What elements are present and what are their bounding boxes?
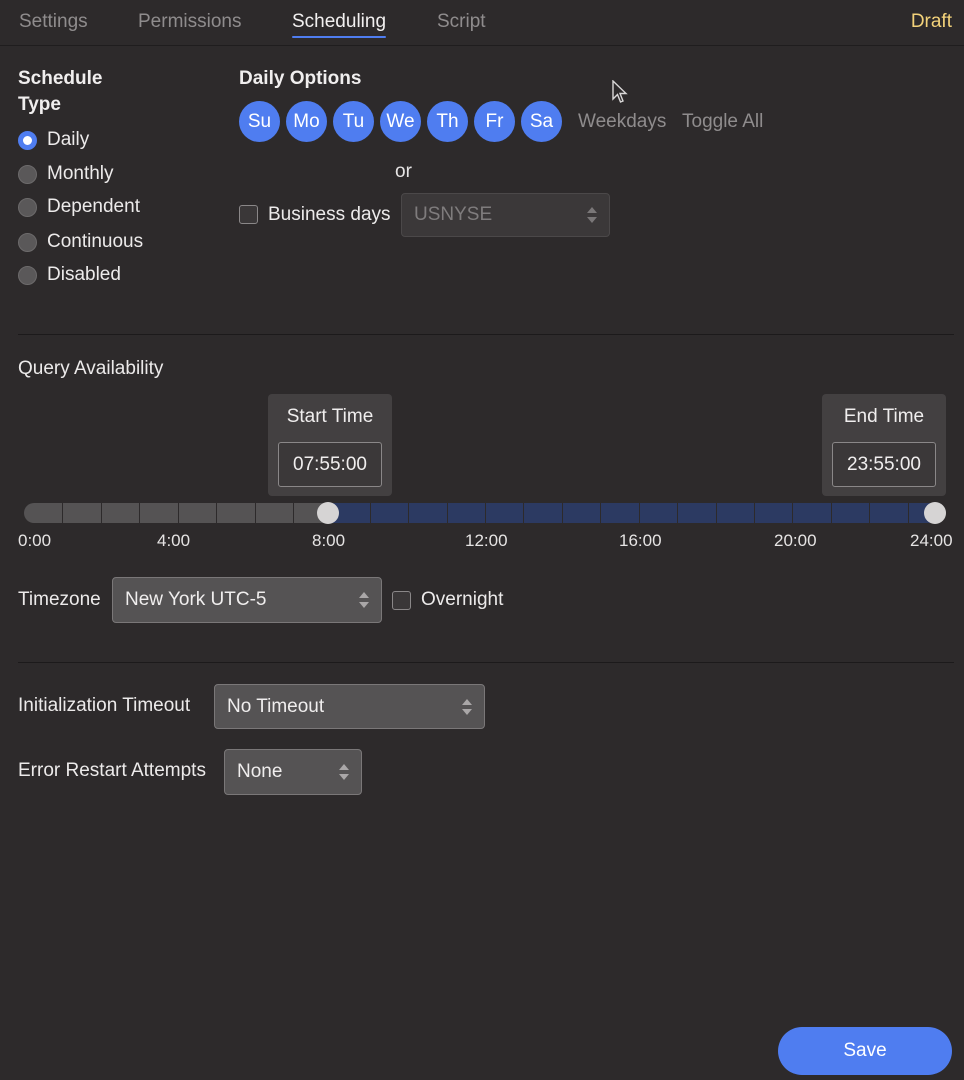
- error-restart-attempts-value: None: [237, 761, 283, 782]
- time-range-fill: [328, 503, 943, 523]
- slider-tick: [523, 503, 524, 523]
- tab-permissions[interactable]: Permissions: [138, 11, 241, 33]
- start-time-panel: Start Time 07:55:00: [268, 394, 392, 496]
- slider-tick: [639, 503, 640, 523]
- slider-tick: [139, 503, 140, 523]
- radio-label: Monthly: [47, 163, 114, 184]
- radio-daily[interactable]: Daily: [18, 129, 89, 151]
- radio-dependent[interactable]: Dependent: [18, 196, 140, 218]
- day-toggle-sunday[interactable]: Su: [239, 101, 280, 142]
- day-toggle-monday[interactable]: Mo: [286, 101, 327, 142]
- radio-continuous[interactable]: Continuous: [18, 231, 143, 253]
- overnight-checkbox[interactable]: [392, 591, 411, 610]
- slider-tick: [255, 503, 256, 523]
- daily-options-title: Daily Options: [239, 68, 362, 89]
- business-days-label: Business days: [268, 204, 391, 225]
- slider-tick: [677, 503, 678, 523]
- schedule-type-title: Schedule Type: [18, 68, 103, 115]
- select-arrows-icon: [359, 592, 369, 608]
- tab-settings[interactable]: Settings: [19, 11, 88, 33]
- business-days-checkbox[interactable]: [239, 205, 258, 224]
- radio-label: Continuous: [47, 231, 144, 252]
- start-time-label: Start Time: [286, 406, 374, 427]
- slider-tick: [216, 503, 217, 523]
- slider-tick: [908, 503, 909, 523]
- query-availability-title: Query Availability: [18, 358, 164, 379]
- radio-indicator[interactable]: [18, 130, 37, 150]
- divider: [18, 662, 954, 663]
- initialization-timeout-value: No Timeout: [227, 695, 325, 717]
- slider-tick: [485, 503, 486, 523]
- toggle-all-button[interactable]: Toggle All: [682, 111, 763, 133]
- day-toggle-thursday[interactable]: Th: [427, 101, 468, 142]
- day-toggle-wednesday[interactable]: We: [380, 101, 421, 142]
- slider-tick: [370, 503, 371, 523]
- save-button[interactable]: Save: [778, 1027, 952, 1075]
- axis-label: 16:00: [619, 531, 662, 550]
- slider-tick: [101, 503, 102, 523]
- business-calendar-select[interactable]: USNYSE: [401, 193, 610, 237]
- time-range-slider[interactable]: [24, 503, 946, 523]
- start-time-input[interactable]: 07:55:00: [278, 442, 382, 487]
- slider-tick: [447, 503, 448, 523]
- tab-script[interactable]: Script: [437, 11, 486, 33]
- radio-monthly[interactable]: Monthly: [18, 163, 114, 185]
- timezone-value: New York UTC-5: [125, 589, 267, 610]
- mouse-cursor-icon: [612, 80, 628, 103]
- radio-indicator[interactable]: [18, 265, 37, 285]
- divider: [18, 334, 954, 335]
- or-separator: or: [395, 161, 412, 182]
- initialization-timeout-select[interactable]: No Timeout: [214, 684, 485, 729]
- axis-label: 24:00: [910, 531, 953, 550]
- end-time-handle[interactable]: [924, 502, 946, 524]
- select-arrows-icon: [339, 764, 349, 780]
- end-time-input[interactable]: 23:55:00: [832, 442, 936, 487]
- error-restart-attempts-label: Error Restart Attempts: [18, 760, 206, 781]
- business-calendar-value: USNYSE: [414, 204, 493, 225]
- slider-tick: [831, 503, 832, 523]
- slider-tick: [62, 503, 63, 523]
- radio-label: Dependent: [47, 196, 140, 217]
- tab-bar: Settings Permissions Scheduling Script D…: [0, 0, 964, 46]
- slider-tick: [293, 503, 294, 523]
- radio-label: Disabled: [47, 264, 121, 285]
- axis-label: 4:00: [157, 531, 191, 550]
- overnight-label: Overnight: [421, 589, 504, 610]
- axis-label: 8:00: [312, 531, 346, 550]
- slider-tick: [869, 503, 870, 523]
- end-time-panel: End Time 23:55:00: [822, 394, 946, 496]
- radio-indicator[interactable]: [18, 197, 37, 217]
- slider-tick: [178, 503, 179, 523]
- weekdays-button[interactable]: Weekdays: [578, 111, 666, 133]
- radio-disabled[interactable]: Disabled: [18, 264, 121, 286]
- start-time-handle[interactable]: [317, 502, 340, 524]
- initialization-timeout-label: Initialization Timeout: [18, 695, 191, 716]
- slider-tick: [562, 503, 563, 523]
- slider-tick: [408, 503, 409, 523]
- timezone-label: Timezone: [18, 589, 101, 610]
- end-time-label: End Time: [843, 406, 925, 427]
- tab-scheduling[interactable]: Scheduling: [292, 11, 387, 38]
- slider-tick: [792, 503, 793, 523]
- slider-tick: [754, 503, 755, 523]
- slider-tick: [716, 503, 717, 523]
- select-arrows-icon: [587, 207, 597, 223]
- axis-label: 12:00: [465, 531, 508, 550]
- day-toggle-tuesday[interactable]: Tu: [333, 101, 374, 142]
- timezone-select[interactable]: New York UTC-5: [112, 577, 382, 623]
- radio-label: Daily: [47, 129, 90, 150]
- radio-indicator[interactable]: [18, 164, 37, 184]
- axis-label: 0:00: [18, 531, 52, 550]
- day-toggle-friday[interactable]: Fr: [474, 101, 515, 142]
- day-toggle-saturday[interactable]: Sa: [521, 101, 562, 142]
- axis-label: 20:00: [774, 531, 817, 550]
- slider-tick: [600, 503, 601, 523]
- error-restart-attempts-select[interactable]: None: [224, 749, 362, 795]
- select-arrows-icon: [462, 698, 472, 715]
- status-badge: Draft: [910, 11, 952, 32]
- radio-indicator[interactable]: [18, 232, 37, 252]
